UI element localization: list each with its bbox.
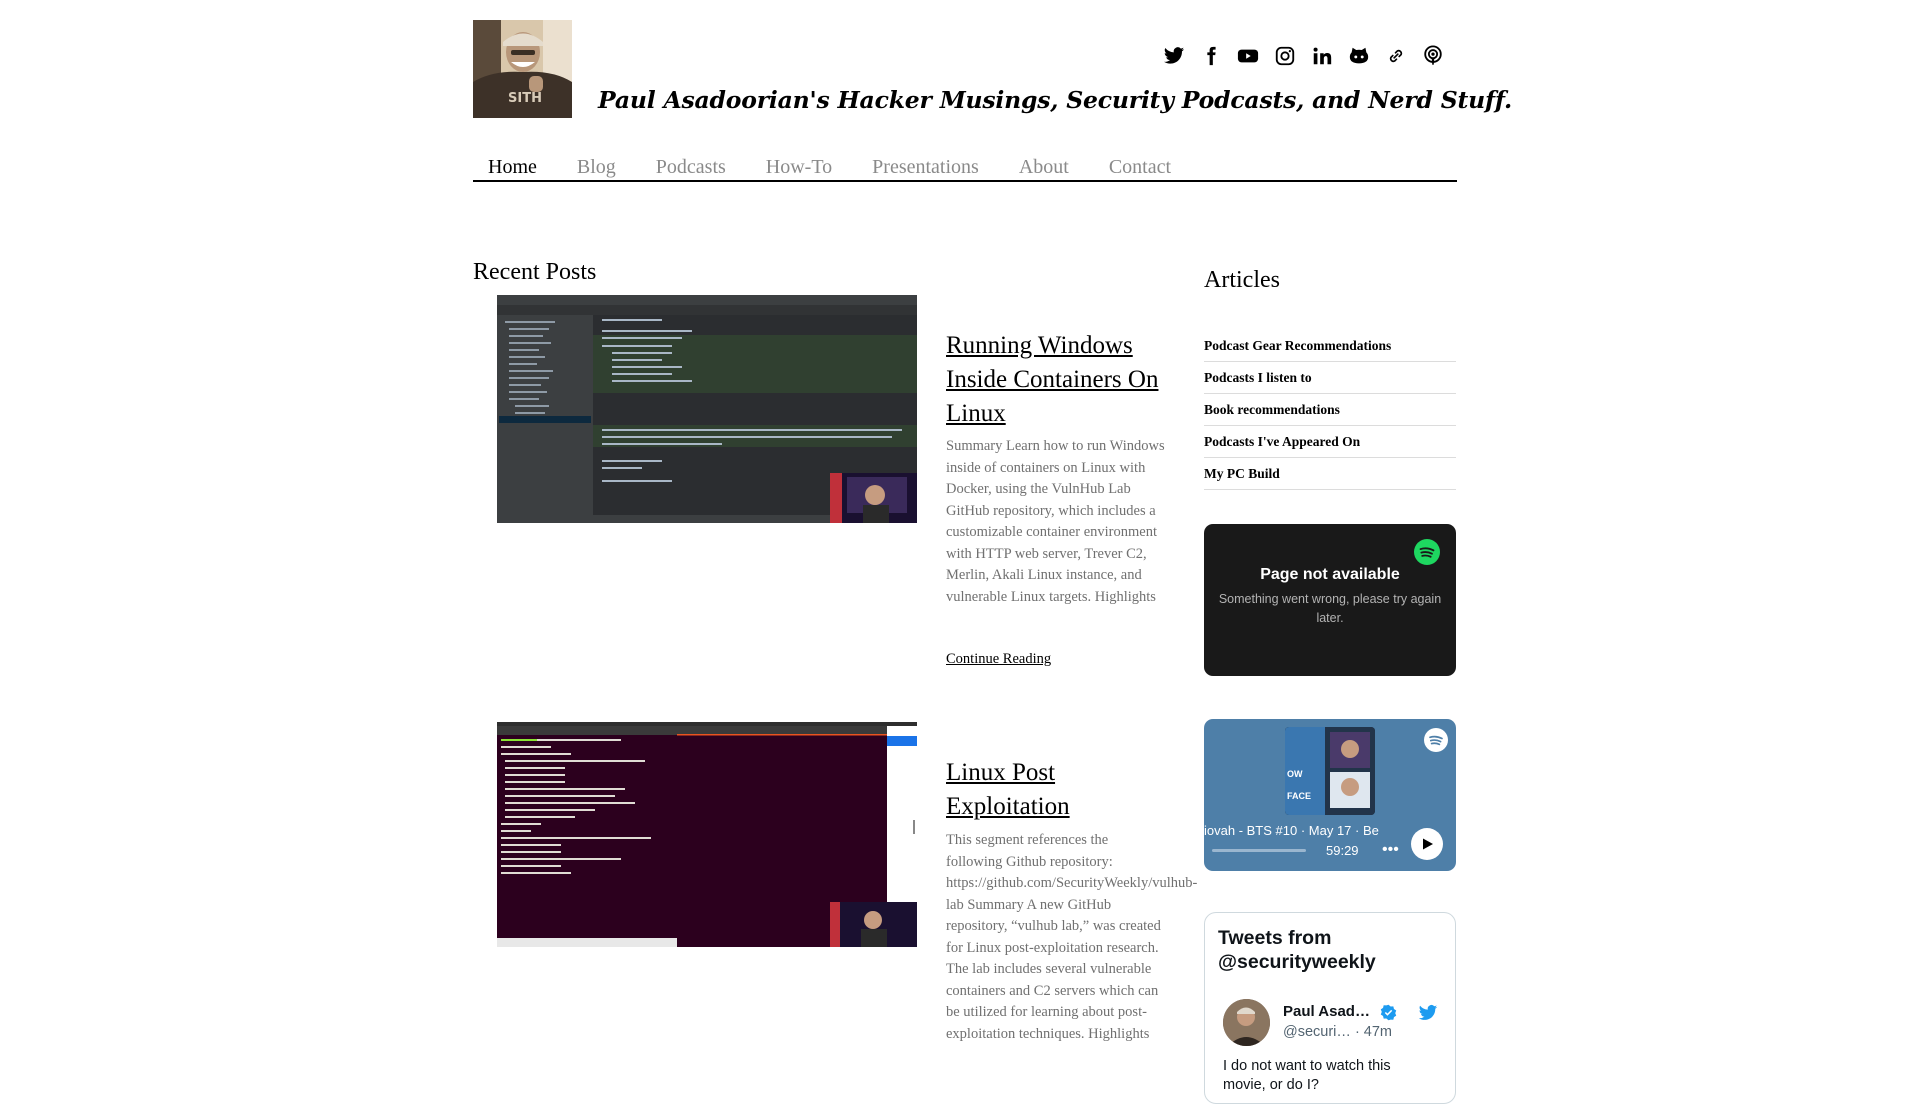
tweet-author-avatar[interactable] (1223, 999, 1270, 1046)
nav-about[interactable]: About (1019, 150, 1069, 179)
nav-podcasts[interactable]: Podcasts (656, 150, 726, 179)
article-link[interactable]: My PC Build (1204, 458, 1456, 490)
tweet-text: I do not want to watch this movie, or do… (1223, 1058, 1391, 1093)
ide-screenshot-image (497, 295, 917, 523)
handle-text[interactable]: @securi… (1283, 1024, 1351, 1040)
facebook-icon[interactable] (1199, 44, 1223, 68)
error-title: Page not available (1260, 566, 1400, 583)
terminal-screenshot-image (497, 722, 917, 947)
articles-heading: Articles (1204, 267, 1280, 293)
tweet-author-handle: @securi… · 47m (1283, 1024, 1392, 1040)
nav-presentations[interactable]: Presentations (872, 150, 979, 179)
episode-artwork: OW FACE (1285, 727, 1375, 815)
more-options-button[interactable]: ••• (1382, 841, 1399, 859)
spotify-embed-error: Page not available Something went wrong,… (1204, 524, 1456, 676)
post-title-link[interactable]: Linux Post Exploitation (946, 756, 1166, 824)
twitter-timeline: Tweets from @securityweekly Paul Asad… @… (1204, 912, 1456, 1104)
social-links (1162, 44, 1445, 68)
episode-duration: 59:29 (1326, 843, 1359, 858)
nav-contact[interactable]: Contact (1109, 150, 1171, 179)
link-icon[interactable] (1384, 44, 1408, 68)
nav-home[interactable]: Home (488, 150, 537, 179)
spotify-icon[interactable] (1424, 728, 1448, 757)
podcast-icon[interactable] (1421, 44, 1445, 68)
svg-text:SITH: SITH (508, 91, 542, 106)
verified-badge-icon (1380, 1004, 1397, 1026)
tweet-time[interactable]: · 47m (1355, 1024, 1392, 1040)
youtube-icon[interactable] (1236, 44, 1260, 68)
avatar-photo: SITH (473, 20, 572, 118)
play-icon (1423, 838, 1433, 850)
episode-title-ticker: iovah - BTS #10 · May 17 · Be (1204, 823, 1379, 838)
art-text-2: FACE (1287, 791, 1311, 801)
site-avatar[interactable]: SITH (473, 20, 572, 118)
post-title-link[interactable]: Running Windows Inside Containers On Lin… (946, 329, 1166, 431)
article-link[interactable]: Podcasts I listen to (1204, 362, 1456, 394)
article-link[interactable]: Podcasts I've Appeared On (1204, 426, 1456, 458)
error-message: Something went wrong, please try again l… (1218, 592, 1442, 625)
timeline-title[interactable]: Tweets from @securityweekly (1218, 926, 1455, 974)
post-excerpt: Summary Learn how to run Windows inside … (946, 438, 1165, 605)
site-tagline: Paul Asadoorian's Hacker Musings, Securi… (598, 86, 1512, 114)
post-excerpt: This segment references the following Gi… (946, 832, 1198, 1042)
article-link[interactable]: Book recommendations (1204, 394, 1456, 426)
article-link[interactable]: Podcast Gear Recommendations (1204, 330, 1456, 362)
twitter-icon[interactable] (1418, 1003, 1438, 1028)
spotify-episode-player: OW FACE iovah - BTS #10 · May 17 · Be 59… (1204, 719, 1456, 871)
post-thumbnail[interactable] (497, 295, 917, 523)
progress-bar[interactable] (1212, 849, 1306, 852)
linkedin-icon[interactable] (1310, 44, 1334, 68)
main-nav: Home Blog Podcasts How-To Presentations … (473, 150, 1457, 182)
recent-posts-heading: Recent Posts (473, 259, 597, 285)
post-thumbnail[interactable] (497, 722, 917, 947)
github-icon[interactable] (1347, 44, 1371, 68)
instagram-icon[interactable] (1273, 44, 1297, 68)
articles-list: Podcast Gear Recommendations Podcasts I … (1204, 330, 1456, 490)
art-text-1: OW (1287, 769, 1303, 779)
nav-how-to[interactable]: How-To (766, 150, 832, 179)
tweet-author-name[interactable]: Paul Asad… (1283, 1003, 1370, 1020)
nav-blog[interactable]: Blog (577, 150, 616, 179)
twitter-icon[interactable] (1162, 44, 1186, 68)
continue-reading-link[interactable]: Continue Reading (946, 651, 1051, 668)
play-button[interactable] (1411, 828, 1443, 860)
